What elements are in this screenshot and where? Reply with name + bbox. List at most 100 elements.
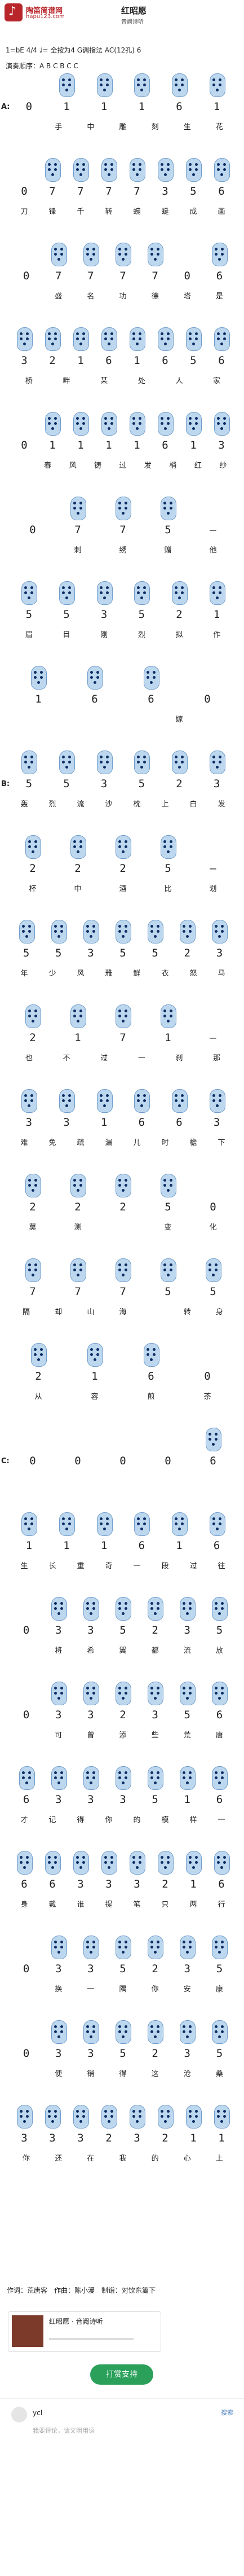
ocarina-fingering-icon [130, 327, 145, 351]
lyric-char: 茶 [203, 1393, 211, 1401]
note: 2 [119, 1709, 126, 1721]
note: 0 [21, 185, 28, 198]
lyric-char: 模 [161, 1816, 169, 1824]
site-logo[interactable]: 陶笛简谱网 hapu123.com [5, 3, 72, 23]
lyric-char: 梢 [169, 462, 177, 470]
lyric-char: 白 [189, 800, 197, 809]
note: 6 [216, 270, 223, 282]
note: 2 [74, 862, 81, 875]
audio-player[interactable]: 红昭愿 · 音阙诗听 [8, 2311, 161, 2352]
ocarina-fingering-icon [70, 1258, 86, 1282]
ocarina-fingering-row [10, 666, 236, 692]
note: 0 [29, 1455, 36, 1467]
note: 6 [216, 1709, 223, 1721]
page-header: 陶笛简谱网 hapu123.com 红昭愿 音阙诗听 [0, 0, 244, 45]
ocarina-fingering-icon [45, 1851, 61, 1875]
progress-bar[interactable] [49, 2338, 134, 2340]
ocarina-fingering-icon [212, 243, 228, 266]
ocarina-fingering-icon [148, 1936, 164, 1959]
ocarina-fingering-icon [212, 920, 228, 943]
score-row: 0 7 7 7 7 0 6 盛 名 功 德 塔 是 [0, 243, 244, 327]
note: 5 [184, 1709, 190, 1721]
ocarina-fingering-icon [101, 327, 117, 351]
lyric-char: 身 [20, 1901, 28, 1909]
ocarina-fingering-icon [31, 666, 47, 690]
note: 3 [87, 1793, 94, 1806]
lyric-char: 塔 [183, 292, 191, 301]
lyric-char: 处 [137, 377, 145, 385]
lyric-char: 刹 [175, 1054, 183, 1063]
ocarina-fingering-icon [186, 327, 202, 351]
note: 5 [165, 862, 171, 875]
lyric-char: 人 [175, 377, 183, 385]
lyric-char: 一 [87, 1985, 95, 1994]
album-thumbnail[interactable] [12, 2315, 43, 2347]
support-button[interactable]: 打赏支持 [90, 2364, 153, 2385]
ocarina-fingering-icon [212, 1936, 228, 1959]
ocarina-fingering-row [10, 1597, 236, 1623]
lyric-char: 的 [151, 2154, 159, 2163]
ocarina-fingering-icon [148, 2020, 164, 2044]
notes-row: 6 6 3 3 3 2 1 6 [10, 1878, 236, 1895]
note: 2 [184, 947, 190, 959]
ocarina-fingering-icon [161, 1258, 176, 1282]
note: 3 [87, 1709, 94, 1721]
lyrics-row: 春风铸过发梢红纱 [10, 459, 236, 472]
notes-row: 3 2 1 6 1 6 5 6 [10, 354, 236, 371]
ocarina-fingering-icon [161, 497, 176, 520]
lyric-char: 铸 [94, 462, 102, 470]
ocarina-fingering-icon [96, 1089, 113, 1113]
ocarina-fingering-icon [83, 243, 99, 266]
note: 5 [119, 947, 126, 959]
lyrics-row: 手中雕刻生花 [10, 121, 236, 133]
lyric-char: 得 [77, 1816, 85, 1824]
ocarina-fingering-icon [21, 581, 38, 605]
note: 1 [190, 439, 197, 451]
ocarina-fingering-icon [83, 920, 99, 943]
lyric-char: 马 [218, 969, 225, 978]
comment-input[interactable]: 我要评论，请文明用语 [33, 2426, 224, 2452]
ocarina-fingering-icon [87, 666, 103, 690]
ocarina-fingering-icon [51, 2020, 67, 2044]
lyric-char: 眉 [25, 631, 33, 639]
note: 5 [152, 1793, 158, 1806]
lyric-char: 家 [213, 377, 221, 385]
ocarina-fingering-icon [206, 1428, 221, 1451]
lyrics-row: 从容煎茶 [10, 1390, 236, 1403]
lyric-char: 却 [55, 1308, 63, 1316]
lyric-char: 两 [189, 1901, 197, 1909]
lyric-char: 希 [87, 1647, 95, 1655]
score-row: 7 7 7 5 5 隔 却 山 海 转 身 [0, 1258, 244, 1343]
lyrics-row: 刀锋千转蜿蜒成画 [10, 205, 236, 218]
lyric-char: 桑 [215, 2070, 223, 2078]
ocarina-fingering-icon [25, 1258, 41, 1282]
notes-row: 3 3 1 6 6 3 [10, 1116, 236, 1133]
ocarina-fingering-icon [134, 751, 150, 774]
ocarina-fingering-icon [51, 1682, 67, 1705]
note: 1 [74, 1032, 81, 1044]
ocarina-fingering-icon [212, 2020, 228, 2044]
ocarina-fingering-icon [161, 1174, 176, 1197]
lyric-char: 海 [119, 1308, 127, 1316]
note: 3 [100, 608, 108, 621]
note: 3 [184, 2047, 190, 2060]
ocarina-fingering-icon [101, 1851, 117, 1875]
lyric-char: 你 [105, 1816, 113, 1824]
comment-submit-button[interactable]: 搜索 [221, 2408, 233, 2417]
note: 2 [105, 2132, 112, 2144]
lyric-char: 他 [209, 546, 217, 555]
note: 2 [29, 1201, 36, 1213]
lyric-char: 上 [161, 800, 169, 809]
ocarina-fingering-icon [161, 1004, 176, 1028]
lyric-char: 也 [25, 1054, 33, 1063]
lyric-char: 轰 [20, 800, 28, 809]
lyric-char: 风 [69, 462, 77, 470]
section-label: B: [1, 780, 10, 788]
note: 2 [162, 1878, 168, 1890]
note: 3 [77, 2132, 84, 2144]
note: 2 [74, 1201, 81, 1213]
note: 5 [25, 608, 33, 621]
lyric-char: 盛 [55, 292, 63, 301]
lyric-char: 红 [194, 462, 202, 470]
lyric-char: 隅 [119, 1985, 127, 1994]
